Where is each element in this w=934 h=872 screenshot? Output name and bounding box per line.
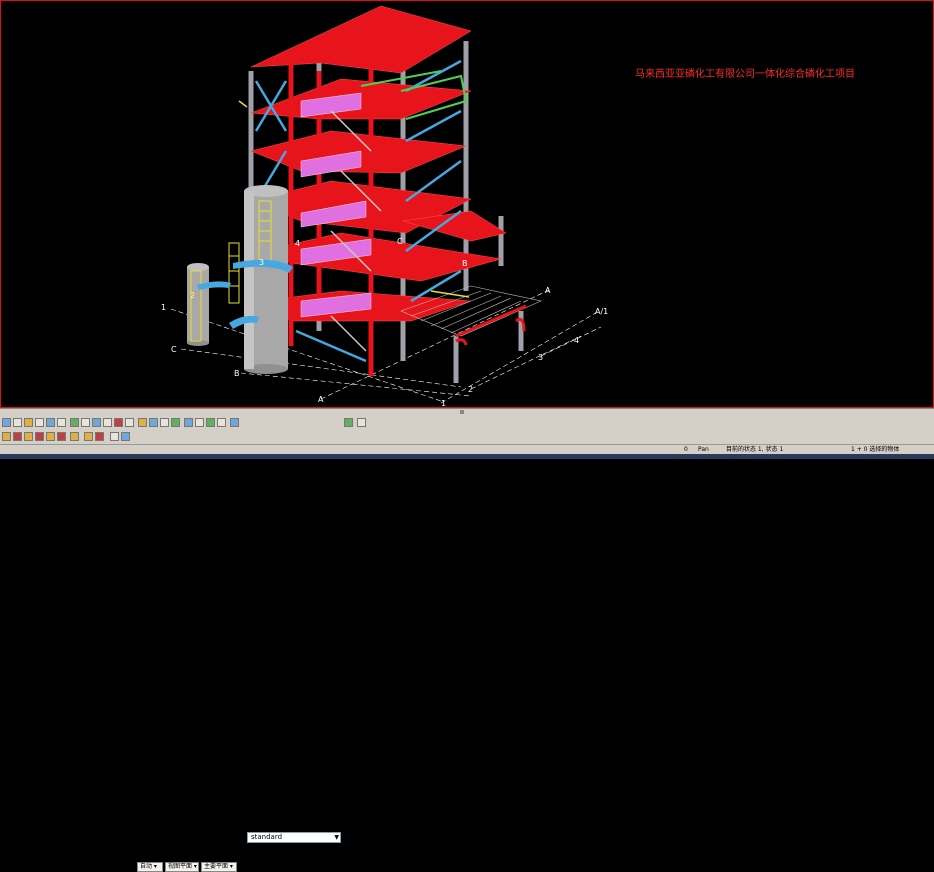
rotate-icon[interactable] — [103, 418, 112, 427]
grid-label-structure-4: 4 — [295, 239, 301, 248]
view-plane-dropdown[interactable]: 视图平面 ▾ — [165, 862, 199, 872]
model-viewport[interactable]: 马来西亚亚磷化工有限公司一体化综合磷化工项目 1 C B A 1 2 3 4 A… — [0, 0, 934, 408]
point-icon[interactable] — [35, 432, 44, 441]
auto-dropdown-label: 自动 — [140, 863, 153, 870]
toolbar-secondary: 自动 ▾ 视图平面 ▾ 主要平面 ▾ — [0, 430, 934, 872]
line-icon[interactable] — [2, 432, 11, 441]
column-icon[interactable] — [149, 418, 158, 427]
os-taskbar — [0, 454, 934, 459]
zoom-icon[interactable] — [92, 418, 101, 427]
large-vessel — [244, 185, 288, 374]
snap-icon[interactable] — [206, 418, 215, 427]
view-icon[interactable] — [81, 418, 90, 427]
grid-label-bottom-3: 3 — [538, 353, 544, 362]
chevron-down-icon: ▼ — [334, 834, 339, 841]
small-vessel — [187, 263, 209, 346]
structure-model[interactable] — [1, 1, 934, 408]
grid-label-left-1: 1 — [161, 303, 167, 312]
filter-icon[interactable] — [344, 418, 353, 427]
view-select-value: standard — [251, 833, 283, 841]
view-standard-select[interactable]: standard ▼ — [247, 832, 341, 843]
properties-icon[interactable] — [230, 418, 239, 427]
grid-icon[interactable] — [70, 418, 79, 427]
grid-label-tower-2: 2 — [190, 291, 196, 300]
save-icon[interactable] — [24, 418, 33, 427]
arc-icon[interactable] — [24, 432, 33, 441]
clip-icon[interactable] — [114, 418, 123, 427]
view-plane-dropdown-label: 视图平面 — [168, 863, 193, 870]
lower-platform-beams — [455, 304, 527, 346]
weld-icon[interactable] — [184, 418, 193, 427]
fit-icon[interactable] — [70, 432, 79, 441]
grid-label-left-c: C — [171, 345, 177, 354]
detail-icon[interactable] — [195, 418, 204, 427]
auto-dropdown[interactable]: 自动 ▾ — [137, 862, 163, 872]
grid-label-bottom-a: A — [318, 395, 324, 404]
offset-icon[interactable] — [46, 432, 55, 441]
print-icon[interactable] — [35, 418, 44, 427]
polygon-icon[interactable] — [13, 432, 22, 441]
bolt-icon[interactable] — [171, 418, 180, 427]
select-tool-icon[interactable] — [2, 418, 11, 427]
plate-icon[interactable] — [160, 418, 169, 427]
pointer-icon[interactable] — [357, 418, 366, 427]
move-icon[interactable] — [57, 418, 66, 427]
grid-label-tower-3: 3 — [259, 258, 265, 267]
project-title-banner: 马来西亚亚磷化工有限公司一体化综合磷化工项目 — [635, 69, 855, 80]
toolbar-main: standard ▼ — [0, 415, 934, 843]
main-plane-dropdown-label: 主要平面 — [204, 863, 229, 870]
edit-icon[interactable] — [84, 432, 93, 441]
grid-label-right-4: 4 — [574, 336, 580, 345]
main-plane-dropdown[interactable]: 主要平面 ▾ — [201, 862, 237, 872]
grid-label-right-a: A — [545, 286, 551, 295]
beam-icon[interactable] — [138, 418, 147, 427]
work-plane-icon[interactable] — [121, 432, 130, 441]
magic-icon[interactable] — [95, 432, 104, 441]
plane-icon[interactable] — [110, 432, 119, 441]
copy-icon[interactable] — [46, 418, 55, 427]
grid-label-bottom-1: 1 — [441, 399, 447, 408]
grid-label-bottom-2: 2 — [468, 385, 474, 394]
scrollbar-thumb[interactable] — [460, 410, 464, 414]
render-icon[interactable] — [125, 418, 134, 427]
open-icon[interactable] — [13, 418, 22, 427]
grid-label-structure-b: B — [462, 259, 468, 268]
cut-icon[interactable] — [57, 432, 66, 441]
grid-label-left-b: B — [234, 369, 240, 378]
grid-label-right-a1: A/1 — [595, 307, 609, 316]
grid-label-structure-c: C — [397, 237, 403, 246]
measure-icon[interactable] — [217, 418, 226, 427]
